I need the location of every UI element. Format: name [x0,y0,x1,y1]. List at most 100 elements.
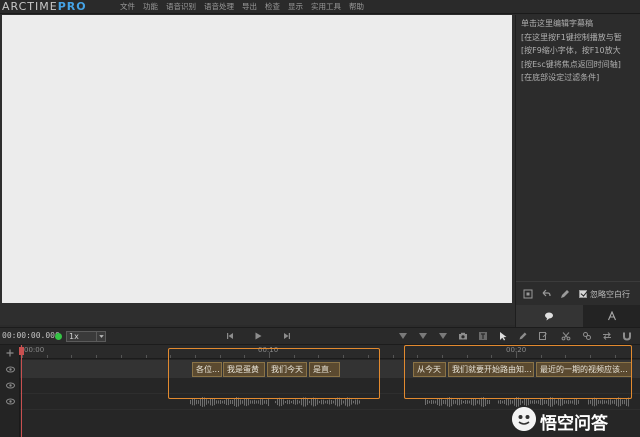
editor-line: [按Esc键将焦点返回时间轴] [521,59,621,69]
waveform-bar [600,400,601,404]
waveform-bar [455,400,456,404]
logo-suffix: PRO [57,0,87,13]
menu-file[interactable]: 文件 [120,0,135,14]
ruler-label: 00:00 [24,346,45,354]
menu-display[interactable]: 显示 [288,0,303,14]
waveform-bar [502,400,503,404]
subtitle-editor[interactable]: 单击这里编辑字幕稿 [在这里按F1键控制播放与暂 [按F9缩小字体，按F10放大… [515,15,640,327]
menu-speech-recognition[interactable]: 语音识别 [166,0,196,14]
waveform-bar [485,397,486,407]
prev-icon[interactable] [225,331,235,341]
waveform-bar [463,400,464,404]
eye-icon[interactable] [6,382,15,389]
edit-alt-icon[interactable] [538,331,548,341]
transport-bar: 00:00:00.000 1x [0,327,640,345]
undo-icon[interactable] [540,288,552,300]
waveform-bar [301,398,302,406]
waveform-bar [285,400,286,404]
pencil-icon[interactable] [559,288,571,300]
playhead-handle[interactable] [19,347,24,355]
waveform-bar [433,400,434,404]
status-indicator [55,333,62,340]
scissors-icon[interactable] [561,331,571,341]
link-icon[interactable] [582,331,592,341]
waveform-bar [279,397,280,407]
magnet-icon[interactable] [622,331,632,341]
text-mode-icon[interactable] [478,331,488,341]
marker-in-icon[interactable] [398,331,408,341]
menu-export[interactable]: 导出 [242,0,257,14]
chevron-down-icon [96,332,104,341]
waveform-bar [522,400,523,404]
waveform-bar [554,399,555,405]
waveform-bar [349,397,350,407]
waveform-bar [311,398,312,406]
menu-check[interactable]: 检查 [265,0,280,14]
waveform-bar [293,399,294,405]
waveform-bar [333,400,334,404]
waveform-bar [291,400,292,404]
editor-line: 单击这里编辑字幕稿 [521,19,593,28]
waveform-bar [610,399,611,405]
speed-select[interactable]: 1x [66,331,106,342]
waveform-bar [451,397,452,407]
edit-icon[interactable] [518,331,528,341]
waveform-bar [228,398,229,406]
ruler-tick [145,355,147,358]
waveform-bar [343,400,344,404]
waveform-bar [622,399,623,405]
marker-icon[interactable] [438,331,448,341]
waveform-bar [355,399,356,405]
waveform-bar [200,398,201,406]
add-track-icon[interactable] [6,349,14,357]
waveform-bar [222,400,223,404]
play-icon[interactable] [253,331,263,341]
waveform-bar [574,399,575,405]
timecode: 00:00:00.000 [2,331,60,340]
waveform-bar [443,400,444,404]
waveform-bar [510,399,511,405]
waveform-bar [578,400,579,404]
waveform-bar [218,400,219,404]
tab-comment[interactable] [516,305,583,327]
next-icon[interactable] [282,331,292,341]
menu-function[interactable]: 功能 [143,0,158,14]
waveform-bar [264,400,265,404]
camera-icon[interactable] [458,331,468,341]
menu-help[interactable]: 帮助 [349,0,364,14]
waveform-bar [254,399,255,405]
wukong-logo-icon [512,407,536,431]
waveform-bar [321,399,322,405]
playhead[interactable] [21,345,22,437]
waveform-bar [258,400,259,404]
editor-line: [在底部设定过滤条件] [521,73,600,82]
waveform-bar [431,399,432,405]
menu-bar: ARCTIMEPRO 文件 功能 语音识别 语音处理 导出 检查 显示 实用工具… [0,0,640,14]
menu-speech-processing[interactable]: 语音处理 [204,0,234,14]
waveform-bar [447,397,448,407]
eye-icon[interactable] [6,366,15,373]
frame-icon[interactable] [522,288,534,300]
waveform-bar [220,399,221,405]
waveform-bar [244,398,245,406]
marker-out-icon[interactable] [418,331,428,341]
waveform-bar [262,399,263,405]
video-preview[interactable] [2,15,512,303]
swap-icon[interactable] [602,331,612,341]
waveform-bar [196,399,197,405]
cursor-icon[interactable] [498,331,508,341]
waveform-bar [287,399,288,405]
skip-empty-checkbox[interactable] [579,290,587,298]
subtitle-text-area[interactable]: 单击这里编辑字幕稿 [在这里按F1键控制播放与暂 [按F9缩小字体，按F10放大… [521,17,640,85]
tab-text-style[interactable] [583,305,640,327]
menu-tools[interactable]: 实用工具 [311,0,341,14]
ruler-tick [96,355,98,358]
waveform-bar [309,400,310,404]
waveform-bar [283,399,284,405]
eye-icon[interactable] [6,398,15,405]
waveform-bar [230,400,231,404]
waveform-bar [445,399,446,405]
waveform-bar [208,400,209,404]
waveform-bar [224,400,225,404]
waveform-bar [319,400,320,404]
